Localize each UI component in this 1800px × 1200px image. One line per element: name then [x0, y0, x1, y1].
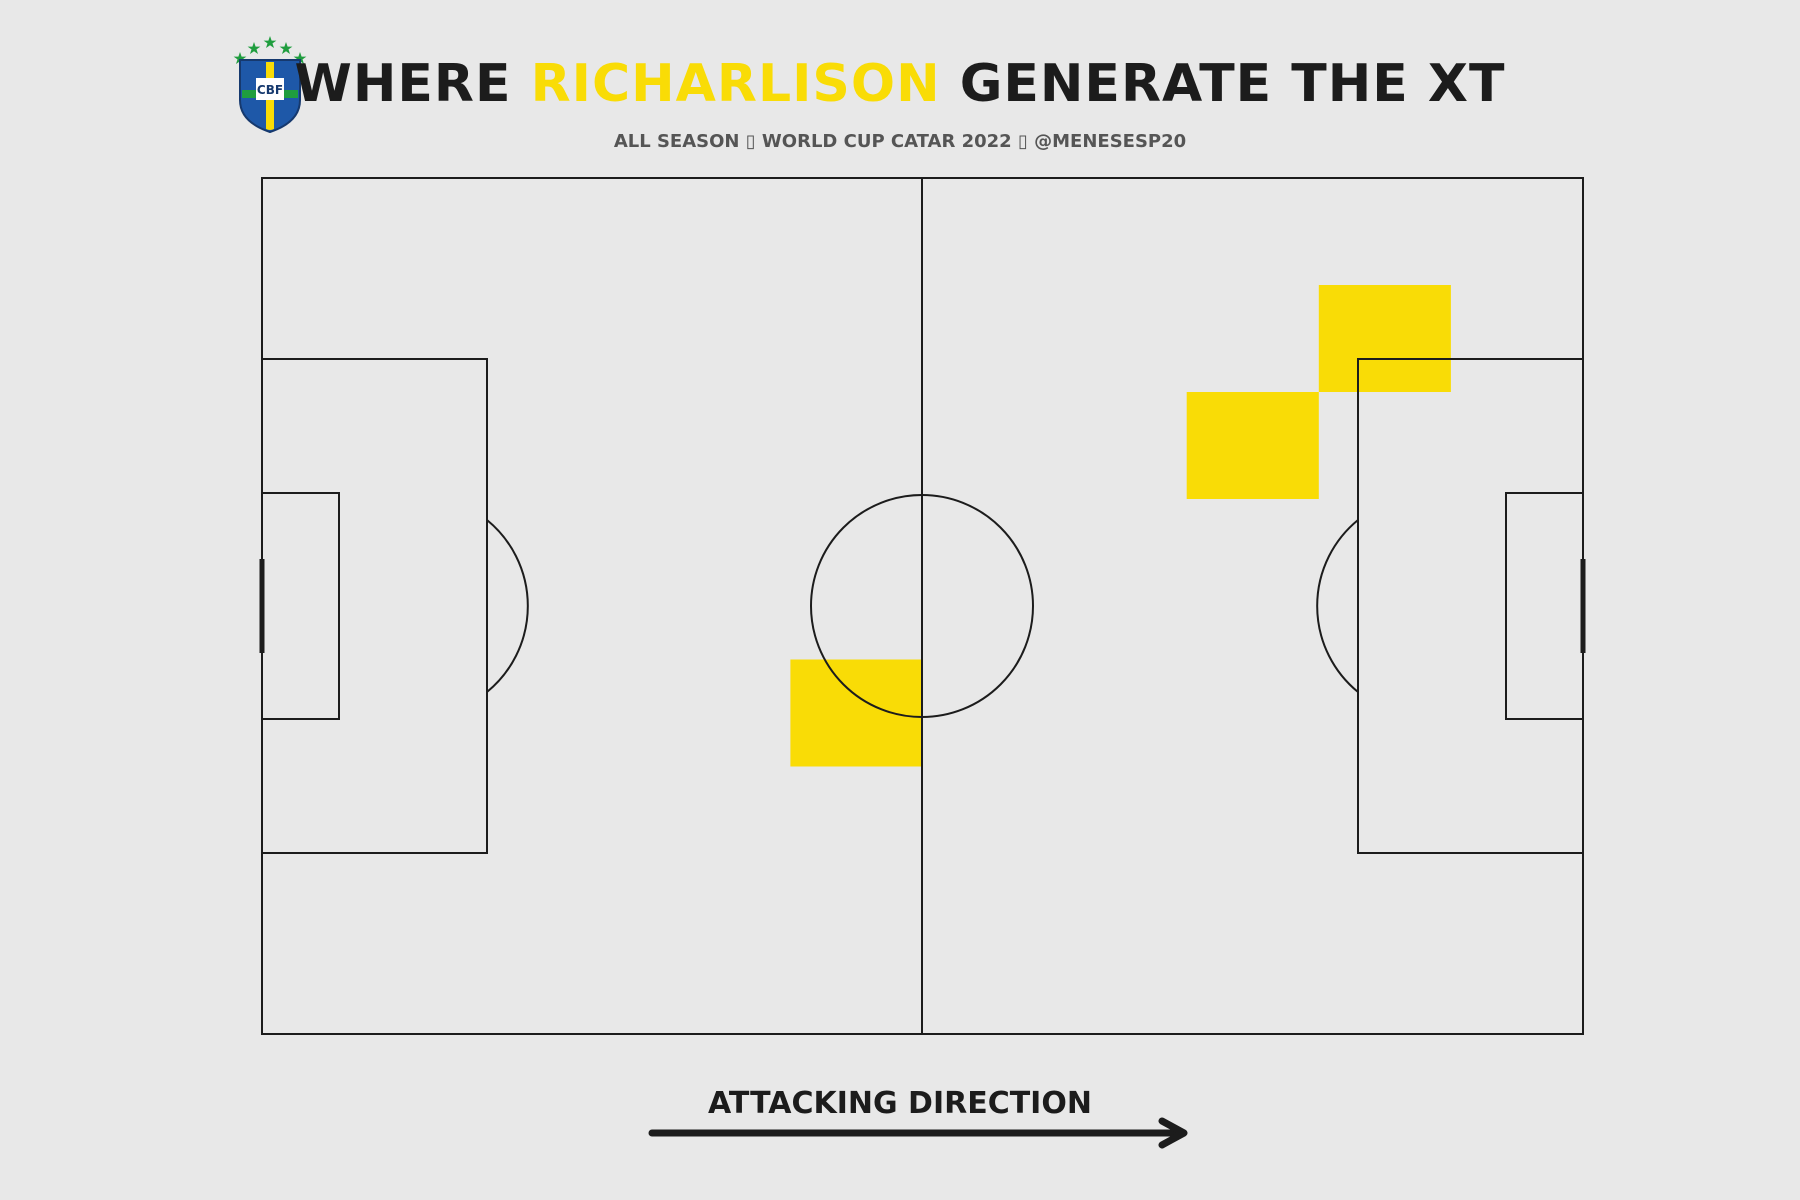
left-penalty-box: [261, 358, 488, 854]
left-penalty-arc: [486, 519, 529, 693]
arrow-right-icon: [648, 1117, 1188, 1149]
visualization-stage: CBF WHERE RICHARLISON GENERATE THE XT AL…: [0, 0, 1800, 1200]
right-penalty-arc: [1316, 519, 1359, 693]
left-six-yard-box: [261, 492, 340, 720]
right-penalty-box: [1357, 358, 1584, 854]
xt-bin-1: [790, 659, 923, 767]
football-pitch: [259, 177, 1586, 1035]
xt-bin-3: [1318, 285, 1451, 392]
xt-bin-2: [1186, 392, 1319, 499]
right-six-yard-box: [1505, 492, 1584, 720]
